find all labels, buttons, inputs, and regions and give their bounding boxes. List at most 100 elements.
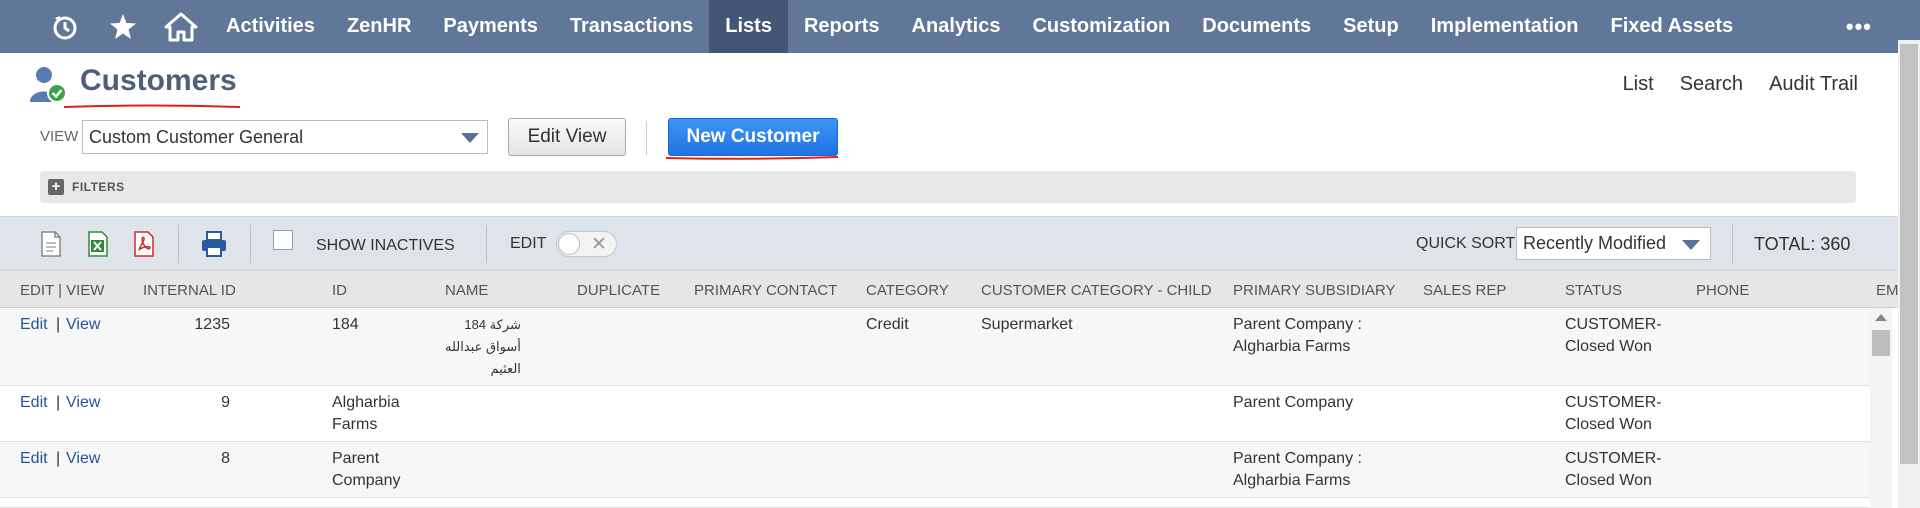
total-count: TOTAL: 360: [1754, 234, 1851, 254]
home-icon[interactable]: [152, 0, 210, 53]
view-select[interactable]: Custom Customer General: [82, 120, 488, 154]
status-cell: CUSTOMER- Closed Won: [1565, 392, 1662, 436]
audit-trail-link[interactable]: Audit Trail: [1769, 73, 1858, 96]
nav-zenhr[interactable]: ZenHR: [331, 0, 427, 53]
status-cell: CUSTOMER- Closed Won: [1565, 448, 1662, 492]
edit-link[interactable]: Edit: [20, 448, 48, 470]
col-category[interactable]: CATEGORY: [866, 282, 949, 299]
quick-sort-select[interactable]: Recently Modified: [1516, 227, 1711, 260]
col-duplicate[interactable]: DUPLICATE: [577, 282, 660, 299]
page-title: Customers: [80, 64, 237, 97]
page-scroll-thumb[interactable]: [1900, 44, 1918, 464]
subsidiary-line: Parent Company :: [1233, 316, 1362, 333]
col-id[interactable]: ID: [332, 282, 347, 299]
name-cell: شركة 184 أسواق عبدالله العثيم: [445, 314, 521, 380]
id-line: Parent: [332, 450, 380, 467]
link-separator: |: [56, 394, 61, 411]
filters-bar[interactable]: + FILTERS: [40, 171, 1856, 203]
subsidiary-cell: Parent Company : Algharbia Farms: [1233, 314, 1362, 358]
status-cell: CUSTOMER- Closed Won: [1565, 314, 1662, 358]
id-cell: 184: [332, 316, 359, 333]
status-line: CUSTOMER-: [1565, 394, 1662, 411]
edit-toggle[interactable]: ✕: [556, 231, 617, 257]
nav-reports[interactable]: Reports: [788, 0, 896, 53]
toolbar-divider: [250, 225, 251, 263]
table-row: Edit | View 9 Algharbia Farms Parent Com…: [0, 386, 1870, 442]
name-line: أسواق عبدالله: [445, 339, 521, 354]
name-line: شركة 184: [464, 317, 521, 332]
quick-sort-label: QUICK SORT: [1416, 235, 1516, 252]
id-line: Algharbia: [332, 394, 400, 411]
print-icon[interactable]: [200, 230, 226, 258]
toolbar-divider: [486, 225, 487, 263]
view-link[interactable]: View: [66, 314, 100, 336]
link-separator: |: [56, 316, 61, 333]
top-navigation: Activities ZenHR Payments Transactions L…: [0, 0, 1920, 53]
col-edit-view[interactable]: EDIT | VIEW: [20, 282, 104, 299]
status-line: CUSTOMER-: [1565, 316, 1662, 333]
chevron-down-icon: [1682, 240, 1700, 250]
recent-icon[interactable]: [36, 0, 94, 53]
status-line: CUSTOMER-: [1565, 450, 1662, 467]
expand-plus-icon[interactable]: +: [48, 179, 64, 195]
toolbar-divider: [178, 225, 179, 263]
edit-view-button[interactable]: Edit View: [508, 118, 626, 156]
nav-transactions[interactable]: Transactions: [554, 0, 709, 53]
nav-activities[interactable]: Activities: [210, 0, 331, 53]
col-internal-id[interactable]: INTERNAL ID: [143, 282, 236, 299]
col-name[interactable]: NAME: [445, 282, 488, 299]
title-annotation-underline: [64, 104, 240, 108]
more-menu-icon[interactable]: •••: [1846, 14, 1872, 40]
page-scrollbar[interactable]: [1898, 40, 1920, 508]
status-line: Closed Won: [1565, 416, 1652, 433]
header-links: List Search Audit Trail: [1623, 73, 1858, 96]
quick-sort-value: Recently Modified: [1523, 233, 1667, 253]
scroll-thumb[interactable]: [1872, 330, 1890, 356]
nav-setup[interactable]: Setup: [1327, 0, 1415, 53]
table-scrollbar[interactable]: [1870, 308, 1892, 508]
new-customer-button[interactable]: New Customer: [668, 118, 838, 156]
nav-customization[interactable]: Customization: [1016, 0, 1186, 53]
col-customer-category-child[interactable]: CUSTOMER CATEGORY - CHILD: [981, 282, 1212, 299]
view-select-value: Custom Customer General: [89, 127, 304, 147]
subsidiary-line: Algharbia Farms: [1233, 472, 1351, 489]
id-cell: Parent Company: [332, 448, 400, 492]
id-line: Company: [332, 472, 401, 489]
col-sales-rep[interactable]: SALES REP: [1423, 282, 1506, 299]
nav-lists[interactable]: Lists: [709, 0, 788, 53]
edit-link[interactable]: Edit: [20, 392, 48, 414]
col-phone[interactable]: PHONE: [1696, 282, 1749, 299]
nav-implementation[interactable]: Implementation: [1415, 0, 1595, 53]
close-icon: ✕: [591, 234, 607, 255]
list-toolbar: SHOW INACTIVES EDIT ✕ QUICK SORT Recentl…: [0, 216, 1898, 270]
star-icon[interactable]: [94, 0, 152, 53]
page-header: Customers List Search Audit Trail: [0, 53, 1920, 115]
scroll-up-icon[interactable]: [1875, 314, 1887, 321]
customer-icon: [28, 64, 68, 104]
link-separator: |: [56, 450, 61, 467]
col-primary-subsidiary[interactable]: PRIMARY SUBSIDIARY: [1233, 282, 1396, 299]
export-csv-icon[interactable]: [38, 230, 64, 258]
table-row: Edit | View 1235 184 شركة 184 أسواق عبدا…: [0, 308, 1870, 386]
edit-link[interactable]: Edit: [20, 314, 48, 336]
list-link[interactable]: List: [1623, 73, 1654, 96]
col-primary-contact[interactable]: PRIMARY CONTACT: [694, 282, 837, 299]
nav-fixed-assets[interactable]: Fixed Assets: [1595, 0, 1750, 53]
search-link[interactable]: Search: [1680, 73, 1743, 96]
nav-analytics[interactable]: Analytics: [896, 0, 1017, 53]
col-email[interactable]: EM: [1876, 282, 1898, 299]
nav-documents[interactable]: Documents: [1186, 0, 1327, 53]
view-link[interactable]: View: [66, 392, 100, 414]
show-inactives-checkbox[interactable]: [273, 230, 293, 250]
export-excel-icon[interactable]: [85, 230, 111, 258]
col-status[interactable]: STATUS: [1565, 282, 1622, 299]
view-link[interactable]: View: [66, 448, 100, 470]
internal-id-cell: 9: [221, 394, 230, 411]
table-header: EDIT | VIEW INTERNAL ID ID NAME DUPLICAT…: [0, 270, 1898, 308]
divider: [646, 121, 647, 155]
view-toolbar: VIEW Custom Customer General Edit View N…: [0, 115, 1920, 165]
table-row: [0, 498, 1870, 508]
nav-payments[interactable]: Payments: [427, 0, 554, 53]
export-pdf-icon[interactable]: [131, 230, 157, 258]
edit-toggle-label: EDIT: [510, 235, 547, 252]
